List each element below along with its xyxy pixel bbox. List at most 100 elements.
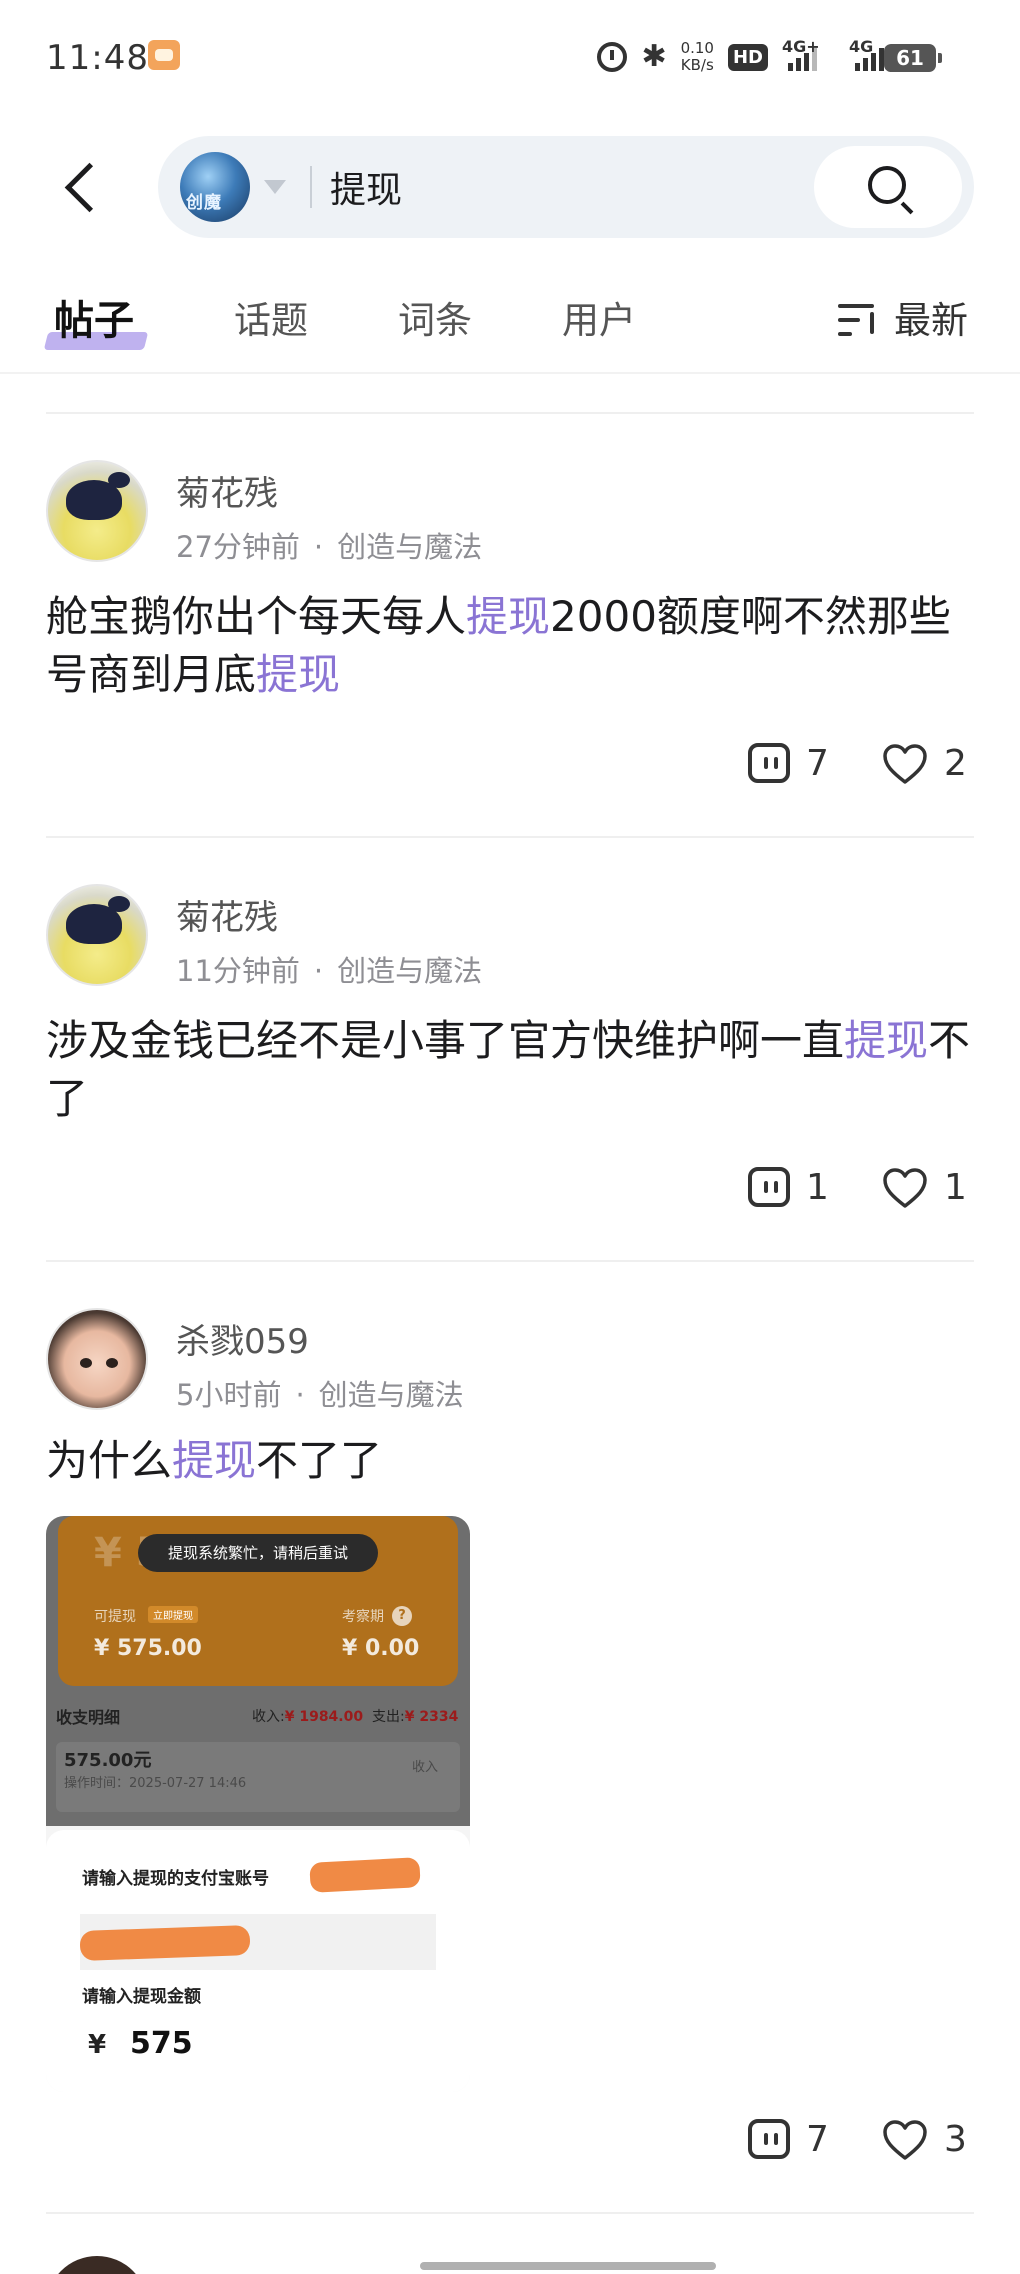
image-currency-symbol: ¥ [88, 2030, 107, 2060]
image-withdrawable-label: 可提现 [94, 1609, 136, 1625]
post-category[interactable]: 创造与魔法 [337, 954, 482, 988]
meta-dot: · [313, 530, 324, 564]
image-account-prompt: 请输入提现的支付宝账号 [82, 1869, 269, 1889]
post-divider [46, 1260, 974, 1262]
search-divider [310, 166, 312, 208]
hd-badge: HD [727, 43, 768, 71]
post-meta: 11分钟前 · 创造与魔法 [176, 948, 482, 990]
post-image[interactable]: ¥ 575.00 可提现 立即提现 ¥ 575.00 考察期 ? ¥ 0.00 … [46, 1516, 470, 2092]
image-ledger-title: 收支明细 [56, 1708, 121, 1727]
post-username[interactable]: 杀戮059 [176, 1314, 309, 1363]
image-income-value: ¥ 1984.00 [284, 1709, 364, 1725]
post-actions: 7 3 [748, 2114, 974, 2164]
post-username[interactable]: 菊花残 [176, 466, 278, 515]
sim2-label: 4G [849, 37, 874, 56]
image-withdrawable-amount: ¥ 575.00 [94, 1636, 202, 1661]
heart-icon[interactable] [882, 2119, 928, 2160]
post-divider [46, 412, 974, 414]
avatar[interactable] [46, 1308, 148, 1410]
avatar[interactable] [46, 2256, 148, 2274]
image-withdraw-sheet: 请输入提现的支付宝账号 请输入提现金额 ¥ 575 [46, 1830, 470, 2092]
avatar[interactable] [46, 884, 148, 986]
content-highlight: 提现 [466, 592, 551, 641]
image-review-label: 考察期 [342, 1609, 384, 1625]
content-highlight: 提现 [256, 650, 341, 699]
content-highlight: 提现 [172, 1436, 257, 1485]
alarm-icon [597, 42, 628, 72]
image-row-time: 操作时间：2025-07-27 14:46 [64, 1776, 247, 1791]
sort-latest-button[interactable]: 最新 [894, 290, 968, 344]
post-actions: 7 2 [748, 738, 974, 788]
search-bar[interactable]: 创魔 [158, 136, 974, 238]
search-icon [868, 166, 906, 204]
post-content[interactable]: 涉及金钱已经不是小事了官方快维护啊一直提现不了 [46, 1012, 986, 1128]
content-text: 舱宝鹅你出个每天每人 [46, 592, 467, 641]
image-expense-label: 支出: [372, 1709, 405, 1725]
chevron-down-icon[interactable] [264, 180, 286, 194]
battery-icon: 61 [884, 44, 942, 72]
content-text: 为什么 [46, 1436, 173, 1485]
sort-icon[interactable] [838, 302, 880, 338]
like-count: 3 [944, 2118, 967, 2160]
post-meta: 5小时前 · 创造与魔法 [176, 1372, 464, 1414]
image-review-amount: ¥ 0.00 [342, 1636, 420, 1661]
image-redaction [309, 1857, 421, 1893]
home-indicator[interactable] [420, 2262, 716, 2270]
net-speed-value: 0.10 [680, 39, 714, 57]
content-text: 不了了 [256, 1436, 383, 1485]
post-divider [46, 2212, 974, 2214]
post-time: 5小时前 [176, 1378, 282, 1412]
app-notification-icon [148, 40, 180, 70]
image-expense-value: ¥ 2334 [404, 1709, 459, 1725]
content-text: 涉及金钱已经不是小事了官方快维护啊一直 [46, 1016, 845, 1065]
search-input[interactable] [330, 158, 750, 216]
image-toast: 提现系统繁忙，请稍后重试 [138, 1534, 378, 1572]
image-redaction [79, 1925, 251, 1961]
content-highlight: 提现 [844, 1016, 929, 1065]
avatar[interactable] [46, 460, 148, 562]
image-withdraw-tag: 立即提现 [148, 1606, 198, 1623]
back-button[interactable] [56, 158, 106, 218]
post-time: 27分钟前 [176, 530, 300, 564]
signal-icon-sim1: 4G+ [782, 37, 820, 71]
image-ledger-stats: 收入:¥ 1984.00 支出:¥ 2334 [252, 1706, 458, 1726]
search-button[interactable] [814, 146, 962, 228]
help-icon: ? [392, 1606, 412, 1626]
status-time: 11:48 [46, 38, 149, 78]
tab-posts[interactable]: 帖子 [54, 288, 134, 346]
signal-icon-sim2: 4G [849, 37, 884, 71]
like-count: 2 [944, 742, 967, 784]
image-amount-value: 575 [130, 2026, 193, 2061]
status-bar: 11:48 ✱ 0.10 KB/s HD 4G+ 4G 61 [0, 0, 1020, 118]
image-income-label: 收入: [252, 1709, 285, 1725]
post-time: 11分钟前 [176, 954, 300, 988]
tab-divider [0, 372, 1020, 374]
post-username[interactable]: 菊花残 [176, 890, 278, 939]
tab-entries[interactable]: 词条 [398, 290, 472, 344]
net-speed: 0.10 KB/s [681, 40, 714, 74]
post-content[interactable]: 为什么提现不了了 [46, 1432, 986, 1490]
heart-icon[interactable] [882, 1167, 928, 1208]
result-tabs: 帖子 话题 词条 用户 最新 [0, 282, 1020, 362]
image-row-amount: 575.00元 [64, 1750, 152, 1771]
post-divider [46, 836, 974, 838]
post-category[interactable]: 创造与魔法 [319, 1378, 464, 1412]
post-meta: 27分钟前 · 创造与魔法 [176, 524, 482, 566]
post-category[interactable]: 创造与魔法 [337, 530, 482, 564]
tab-topics[interactable]: 话题 [234, 290, 308, 344]
comment-count: 7 [806, 2118, 829, 2160]
meta-dot: · [313, 954, 324, 988]
community-logo[interactable]: 创魔 [180, 152, 250, 222]
comment-icon[interactable] [748, 2119, 790, 2159]
meta-dot: · [295, 1378, 305, 1412]
comment-icon[interactable] [748, 743, 790, 783]
image-amount-prompt: 请输入提现金额 [82, 1987, 201, 2007]
post-content[interactable]: 舱宝鹅你出个每天每人提现2000额度啊不然那些号商到月底提现 [46, 588, 986, 704]
image-row-type: 收入 [412, 1760, 439, 1775]
status-icons: ✱ 0.10 KB/s HD 4G+ 4G [597, 37, 884, 74]
net-speed-unit: KB/s [680, 56, 714, 74]
like-count: 1 [944, 1166, 967, 1208]
tab-users[interactable]: 用户 [562, 290, 636, 344]
comment-icon[interactable] [748, 1167, 790, 1207]
heart-icon[interactable] [882, 743, 928, 784]
